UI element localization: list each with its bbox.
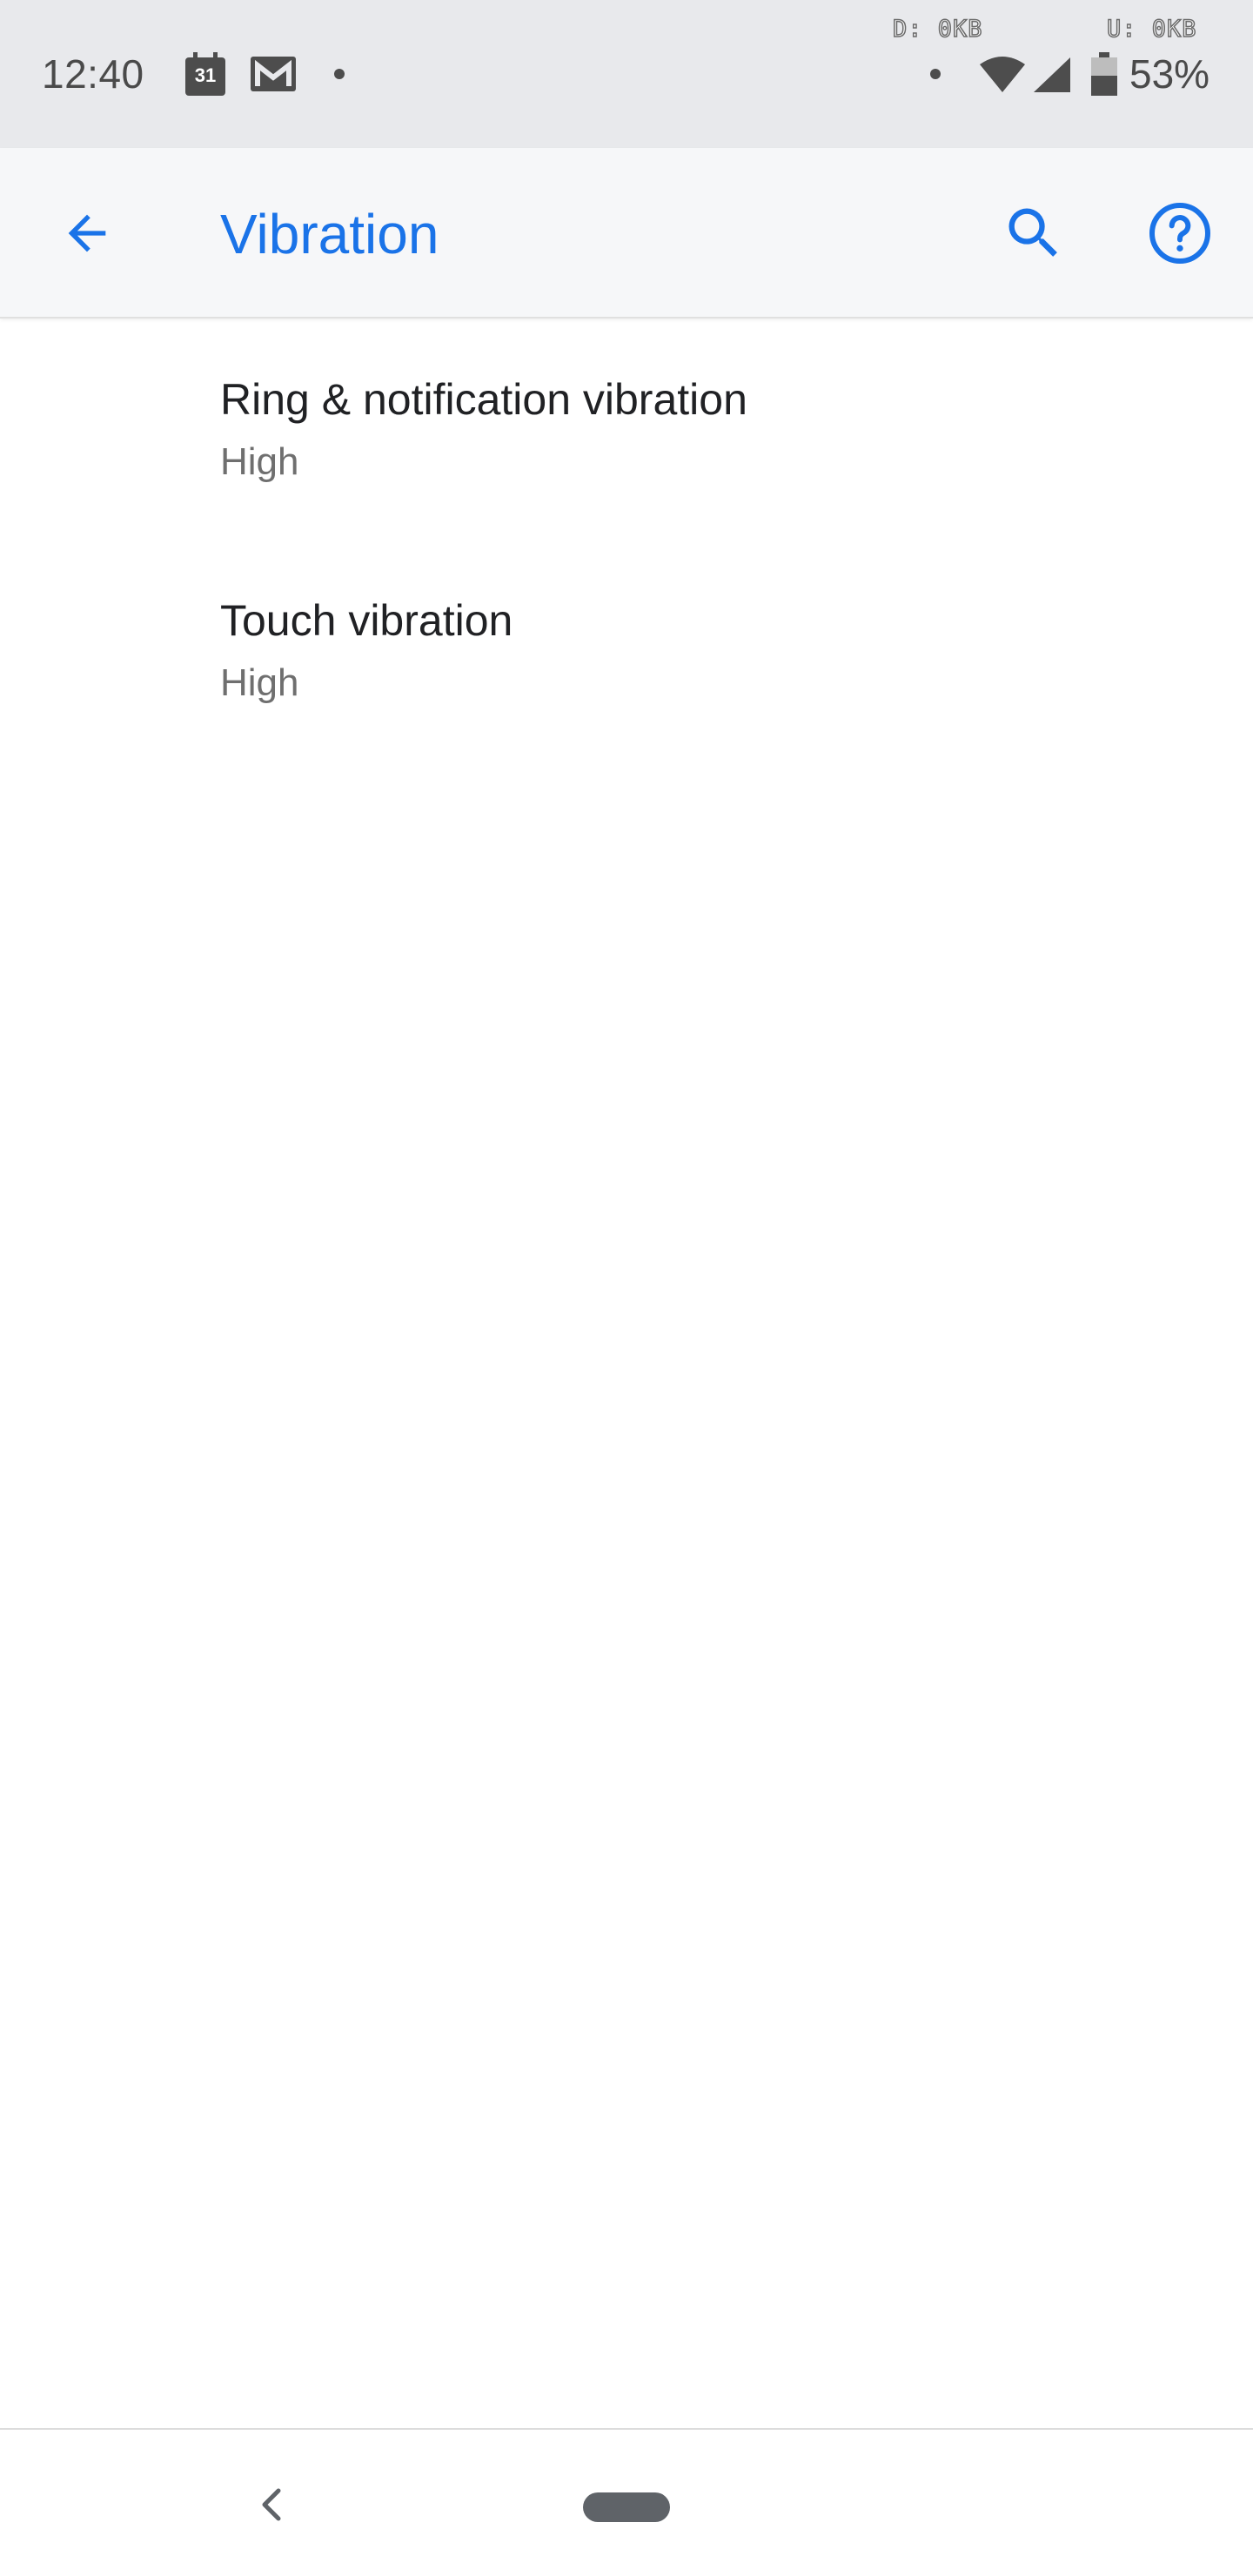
battery-icon: [1091, 52, 1117, 96]
nav-back-button[interactable]: [249, 2482, 294, 2527]
calendar-icon: 31: [185, 52, 225, 96]
setting-title: Touch vibration: [220, 596, 513, 645]
net-down-speed: D: 0KB: [892, 15, 983, 44]
setting-touch-vibration[interactable]: Touch vibration High: [0, 540, 1253, 761]
nav-back-icon: [262, 2488, 281, 2521]
status-bar: 12:40 31 D: 0KB U: 0KB 53%: [0, 0, 1253, 148]
notification-dot-icon: [930, 69, 941, 79]
calendar-day: 31: [194, 64, 217, 86]
setting-summary: High: [220, 661, 299, 704]
setting-title: Ring & notification vibration: [220, 375, 747, 424]
search-icon: [1008, 208, 1057, 257]
help-button[interactable]: [1138, 191, 1222, 275]
app-bar: Vibration: [0, 148, 1253, 319]
back-button[interactable]: [45, 191, 129, 275]
setting-ring-notification-vibration[interactable]: Ring & notification vibration High: [0, 319, 1253, 540]
page-title: Vibration: [220, 203, 439, 265]
battery-percent: 53%: [1129, 51, 1210, 97]
notification-dot-icon: [334, 69, 345, 79]
status-time: 12:40: [42, 51, 144, 97]
signal-icon: [1034, 57, 1070, 92]
net-up-speed: U: 0KB: [1106, 15, 1197, 44]
help-icon: [1149, 202, 1211, 265]
system-nav-bar: [0, 2428, 1253, 2576]
settings-list: Ring & notification vibration High Touch…: [0, 319, 1253, 761]
home-pill-button[interactable]: [583, 2492, 670, 2522]
arrow-back-icon: [68, 214, 106, 252]
wifi-icon: [980, 57, 1025, 92]
search-button[interactable]: [992, 191, 1075, 275]
setting-summary: High: [220, 440, 299, 483]
gmail-icon: [251, 57, 296, 91]
